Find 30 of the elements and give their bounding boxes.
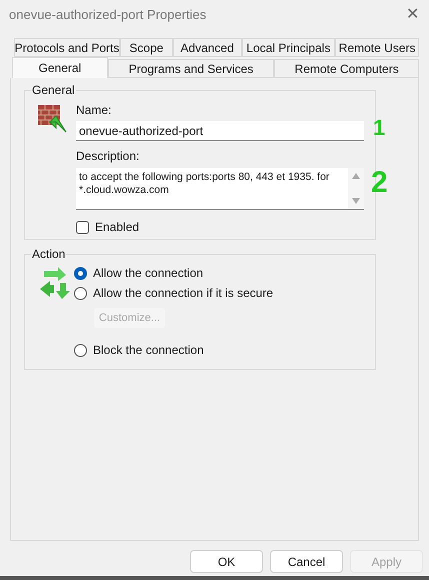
tab[interactable]: Advanced (172, 38, 242, 57)
description-label: Description: (76, 149, 140, 163)
radio-button[interactable] (74, 266, 87, 280)
tab[interactable]: Protocols and Ports (14, 38, 120, 57)
tab[interactable]: Local Principals (242, 38, 336, 57)
group-title: Action (31, 247, 66, 261)
name-label: Name: (76, 103, 112, 117)
tab[interactable]: Programs and Services (108, 59, 274, 78)
window-title: onevue-authorized-port Properties (9, 6, 206, 24)
close-button[interactable]: ✕ (406, 7, 419, 23)
group-title: General (31, 83, 76, 97)
tab[interactable]: Scope (120, 38, 173, 57)
firewall-icon (36, 102, 68, 134)
tab[interactable]: Remote Users (335, 38, 419, 57)
handwritten-annotation: 2 (371, 168, 388, 198)
radio-button[interactable] (74, 344, 87, 356)
radio-label: Allow the connection (93, 265, 204, 282)
checkbox-label: Enabled (95, 219, 140, 236)
dialog-button[interactable]: Cancel (270, 550, 343, 573)
dialog-button[interactable]: OK (190, 550, 263, 573)
radio-button[interactable] (74, 286, 87, 300)
radio-label: Allow the connection if it is secure (93, 285, 274, 302)
name-field[interactable]: onevue-authorized-port (76, 121, 364, 141)
description-text-line: *.cloud.wowza.com (79, 184, 170, 197)
enabled-checkbox[interactable] (76, 220, 89, 234)
tab[interactable]: General (12, 57, 108, 78)
handwritten-annotation: 1 (373, 117, 386, 139)
description-text-line: to accept the following ports:ports 80, 443 et 1935. for (79, 171, 330, 184)
tab[interactable]: Remote Computers (274, 59, 419, 78)
radio-label: Block the connection (93, 342, 204, 359)
